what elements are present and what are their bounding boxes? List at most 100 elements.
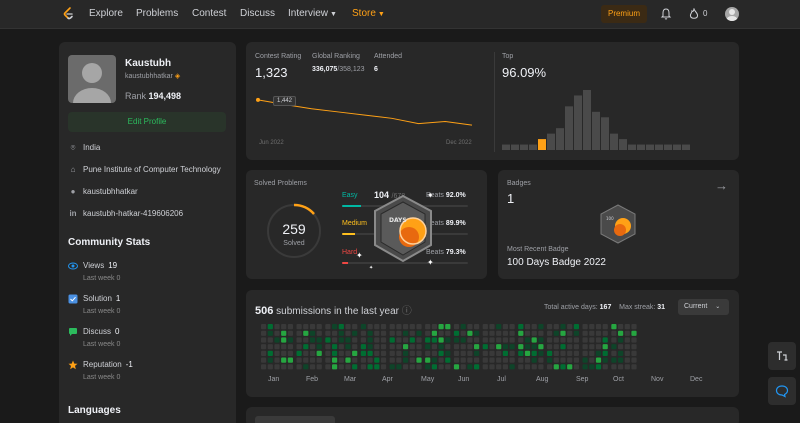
- submissions-title: 506 submissions in the last year ⓘ: [255, 302, 412, 317]
- sparkle-icon: ✦: [369, 265, 374, 271]
- heatmap-cell: [467, 350, 473, 356]
- chart-end-label: Dec 2022: [446, 140, 472, 146]
- info-icon[interactable]: ⓘ: [402, 306, 412, 317]
- heatmap-cell: [261, 324, 267, 330]
- graduation-cap-icon: ⌂: [70, 165, 76, 174]
- heatmap-cell: [531, 324, 537, 330]
- heatmap-cell: [502, 350, 508, 356]
- chat-button[interactable]: [768, 377, 796, 405]
- heatmap-cell: [367, 350, 373, 356]
- heatmap-cell: [274, 364, 280, 370]
- heatmap-cell: [474, 344, 480, 350]
- heatmap-cell: [560, 344, 566, 350]
- hard-progress-fill: [342, 262, 349, 264]
- heatmap-cell: [531, 330, 537, 336]
- heatmap-cell: [595, 330, 602, 336]
- heatmap-cell: [502, 337, 508, 343]
- submission-heatmap[interactable]: [261, 324, 731, 372]
- heatmap-cell: [316, 364, 322, 370]
- heatmap-cell: [431, 364, 437, 370]
- heatmap-cell: [560, 324, 566, 330]
- heatmap-cell: [524, 330, 531, 336]
- heatmap-cell: [496, 364, 502, 370]
- nav-store[interactable]: Store ▼: [352, 8, 385, 19]
- heatmap-cell: [338, 364, 344, 370]
- contest-rating-value: 1,323: [255, 65, 288, 80]
- leetcode-logo-icon[interactable]: [60, 6, 76, 22]
- github-row[interactable]: ● kaustubhhatkar: [68, 187, 138, 196]
- heatmap-cell: [474, 324, 480, 330]
- fire-icon[interactable]: [689, 8, 699, 20]
- linkedin-row[interactable]: in kaustubh-hatkar-419606206: [68, 209, 183, 218]
- heatmap-cell: [474, 330, 480, 336]
- arrow-right-icon[interactable]: →: [715, 178, 728, 193]
- heatmap-cell: [281, 357, 287, 363]
- histogram-bar: [547, 133, 555, 150]
- heatmap-cell: [531, 357, 537, 363]
- easy-beats-value: 92.0%: [445, 192, 466, 199]
- badge-mini-icon: ◈: [174, 73, 181, 80]
- nav-problems[interactable]: Problems: [136, 8, 178, 19]
- nav-discuss[interactable]: Discuss: [240, 8, 275, 19]
- month-label: Dec: [690, 376, 703, 383]
- heatmap-cell: [309, 357, 316, 363]
- most-recent-badge-label: Most Recent Badge: [507, 246, 569, 253]
- heatmap-cell: [631, 364, 637, 370]
- bell-icon[interactable]: [660, 8, 672, 20]
- heatmap-cell: [403, 337, 409, 343]
- heatmap-cell: [524, 344, 531, 350]
- edit-profile-button[interactable]: Edit Profile: [68, 112, 226, 132]
- heatmap-cell: [509, 324, 515, 330]
- premium-button[interactable]: Premium: [601, 5, 647, 23]
- heatmap-cell: [474, 357, 480, 363]
- nav-store-label: Store: [352, 8, 376, 19]
- heatmap-cell: [589, 344, 595, 350]
- translate-button[interactable]: [768, 342, 796, 370]
- heatmap-cell: [345, 324, 351, 330]
- heatmap-cell: [325, 344, 331, 350]
- chevron-down-icon: ▼: [377, 11, 385, 18]
- heatmap-cell: [502, 330, 508, 336]
- heatmap-cell: [438, 357, 444, 363]
- nav-explore[interactable]: Explore: [89, 8, 123, 19]
- heatmap-cell: [531, 364, 537, 370]
- histogram-bar: [619, 139, 627, 150]
- heatmap-cell: [460, 324, 466, 330]
- heatmap-cell: [445, 364, 451, 370]
- heatmap-cell: [274, 357, 280, 363]
- month-label: Nov: [651, 376, 664, 383]
- stat-reputation-sub: Last week 0: [83, 374, 121, 381]
- heatmap-cell: [396, 337, 402, 343]
- heatmap-cell: [553, 357, 559, 363]
- heatmap-cell: [352, 364, 358, 370]
- heatmap-cell: [467, 337, 473, 343]
- heatmap-cell: [409, 330, 415, 336]
- heatmap-cell: [416, 344, 422, 350]
- heatmap-cell: [374, 324, 380, 330]
- heatmap-cell: [624, 344, 630, 350]
- nav-contest[interactable]: Contest: [192, 8, 226, 19]
- avatar[interactable]: [725, 7, 739, 21]
- histogram-bar: [664, 144, 672, 150]
- star-icon: [68, 360, 78, 370]
- profile-rank: Rank 194,498: [125, 91, 181, 101]
- histogram-bar: [583, 90, 591, 150]
- heatmap-cell: [595, 337, 602, 343]
- heatmap-cell: [611, 364, 617, 370]
- year-dropdown[interactable]: Current ⌄: [678, 299, 729, 315]
- heatmap-cell: [538, 344, 544, 350]
- nav-interview[interactable]: Interview ▼: [288, 8, 337, 19]
- month-label: Aug: [536, 376, 549, 383]
- ranking-histogram[interactable]: [502, 88, 732, 150]
- heatmap-cell: [403, 357, 409, 363]
- heatmap-cell: [460, 344, 466, 350]
- github-text[interactable]: kaustubhhatkar: [83, 187, 138, 196]
- heatmap-cell: [409, 357, 415, 363]
- heatmap-cell: [352, 357, 358, 363]
- 100-days-badge-small-icon[interactable]: 100: [598, 204, 638, 244]
- linkedin-text[interactable]: kaustubh-hatkar-419606206: [83, 209, 183, 218]
- heatmap-cell: [453, 357, 460, 363]
- heatmap-cell: [547, 350, 553, 356]
- heatmap-cell: [325, 330, 331, 336]
- heatmap-cell: [367, 324, 373, 330]
